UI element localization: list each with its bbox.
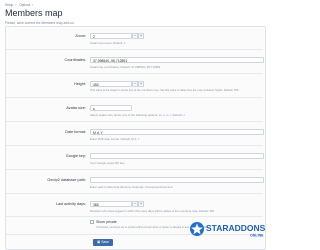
save-button[interactable]: ▣Save xyxy=(93,239,113,246)
divider xyxy=(6,216,263,217)
page-title: Members map xyxy=(5,8,63,18)
last-activity-days-label: Last activity days: xyxy=(56,202,86,206)
height-increment-button[interactable]: + xyxy=(138,81,144,87)
coordinates-input[interactable]: 37.098540,-95.712891 xyxy=(90,57,264,63)
height-label: Height: xyxy=(73,82,86,86)
divider xyxy=(6,73,263,74)
show-private-checkbox[interactable] xyxy=(90,220,94,224)
zoom-input[interactable]: 2 xyxy=(90,33,132,39)
breadcrumb-item-setup[interactable]: Setup xyxy=(5,3,13,7)
zoom-label: Zoom: xyxy=(75,34,86,38)
divider xyxy=(6,121,263,122)
logo-brand-text: STARADDONS xyxy=(206,223,266,233)
height-hint: This value is the height in pixels (px) … xyxy=(90,89,239,92)
geoip2-path-hint: Enter path to MaxmInd directory. Example… xyxy=(90,185,173,189)
last-activity-days-hint: Members who have logged in within this m… xyxy=(90,209,215,213)
geoip2-path-input[interactable] xyxy=(90,177,264,183)
divider xyxy=(6,49,263,50)
zoom-increment-button[interactable]: + xyxy=(138,33,144,39)
save-icon: ▣ xyxy=(97,240,101,244)
avatar-size-input[interactable]: s xyxy=(90,105,132,111)
divider xyxy=(6,97,263,98)
avatar-size-label: Avatar size: xyxy=(66,106,86,110)
breadcrumb: Setup › Options › xyxy=(5,3,34,7)
divider xyxy=(6,169,263,170)
divider xyxy=(6,145,263,146)
height-input[interactable]: 450 xyxy=(90,81,132,87)
page-subtitle: Please, save current the Members map add… xyxy=(5,21,75,25)
zoom-hint: Initial zoom level. Default: 2 xyxy=(90,41,126,45)
last-activity-days-input[interactable]: 365 xyxy=(90,201,132,207)
avatar-size-hint: Select avatar size. Enter one of the fol… xyxy=(90,113,185,117)
date-format-label: Date format: xyxy=(65,130,86,134)
show-private-label[interactable]: Show private xyxy=(96,220,117,224)
coordinates-label: Coordinates: xyxy=(64,58,86,62)
staraddons-logo: STARADDONS ONLINE xyxy=(188,220,266,239)
google-key-label: Google key: xyxy=(65,154,86,158)
coordinates-hint: Initial map coordinates. Default: 37.098… xyxy=(90,65,161,69)
google-key-hint: Your Google maps API key. xyxy=(90,161,126,165)
google-key-input[interactable] xyxy=(90,153,264,159)
geoip2-path-label: GeoIp2 database path: xyxy=(47,178,86,182)
save-button-label: Save xyxy=(101,240,109,244)
last-activity-days-increment-button[interactable]: + xyxy=(138,201,144,207)
staraddons-logo-graphic: STARADDONS ONLINE xyxy=(190,222,266,238)
divider xyxy=(6,193,263,194)
logo-sub-text: ONLINE xyxy=(250,234,264,238)
breadcrumb-item-options[interactable]: Options xyxy=(19,3,30,7)
date-format-input[interactable]: M d, Y xyxy=(90,129,264,135)
date-format-hint: Enter PHP date format. Default: M d, Y xyxy=(90,137,140,141)
